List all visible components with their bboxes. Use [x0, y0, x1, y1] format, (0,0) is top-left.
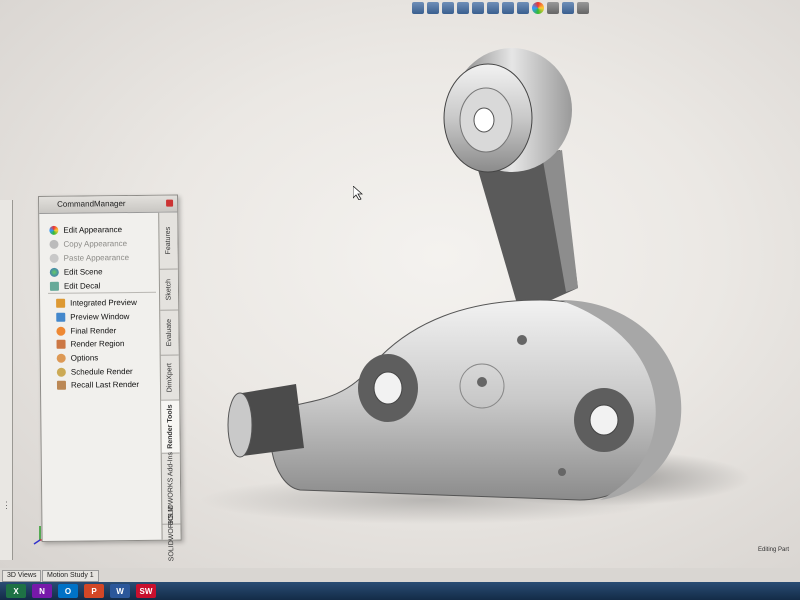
onenote-icon[interactable]: N [32, 584, 52, 598]
tab-sketch[interactable]: Sketch [159, 269, 179, 311]
divider [48, 291, 157, 294]
powerpoint-icon[interactable]: P [84, 584, 104, 598]
schedule-render-button[interactable]: Schedule Render [56, 364, 139, 379]
paste-appearance-button[interactable]: Paste Appearance [49, 250, 130, 265]
edit-scene-button[interactable]: Edit Scene [49, 264, 130, 279]
preview-window-icon [56, 312, 66, 322]
tab-features[interactable]: Features [159, 212, 178, 270]
tab-motion-study[interactable]: Motion Study 1 [42, 570, 99, 582]
close-icon[interactable] [166, 199, 174, 207]
command-manager-title[interactable]: CommandManager [39, 195, 178, 214]
render-region-button[interactable]: Render Region [56, 337, 138, 352]
status-editing: Editing Part [758, 547, 790, 553]
options-icon [56, 353, 66, 363]
recall-last-render-button[interactable]: Recall Last Render [56, 378, 139, 393]
scene-icon [49, 267, 59, 277]
paste-appearance-icon [49, 253, 59, 263]
solidworks-icon[interactable]: SW [136, 584, 156, 598]
edit-appearance-button[interactable]: Edit Appearance [49, 222, 129, 237]
final-render-button[interactable]: Final Render [56, 323, 138, 338]
tab-solidworks-mbd[interactable]: SOLIDWORKS M [162, 506, 180, 561]
tab-render-tools[interactable]: Render Tools [161, 400, 180, 454]
render-tools: Integrated Preview Preview Window Final … [56, 296, 139, 393]
appearance-tools: Edit Appearance Copy Appearance Paste Ap… [49, 222, 129, 293]
tab-dimxpert[interactable]: DimXpert [160, 355, 180, 401]
schedule-render-icon [56, 367, 66, 377]
copy-appearance-icon [49, 239, 59, 249]
panel-handle-icon[interactable]: ⋮ [2, 500, 11, 511]
render-region-icon [56, 340, 66, 350]
command-manager-panel[interactable]: CommandManager Edit Appearance Copy Appe… [38, 194, 182, 561]
edit-decal-button[interactable]: Edit Decal [49, 278, 130, 293]
recall-render-icon [56, 381, 67, 391]
command-manager-tabs: Features Sketch Evaluate DimXpert Render… [158, 212, 181, 561]
options-button[interactable]: Options [56, 351, 139, 366]
final-render-icon [56, 326, 66, 336]
tab-3d-views[interactable]: 3D Views [2, 570, 42, 582]
tab-evaluate[interactable]: Evaluate [160, 310, 179, 356]
excel-icon[interactable]: X [6, 584, 26, 598]
outlook-icon[interactable]: O [58, 584, 78, 598]
integrated-preview-button[interactable]: Integrated Preview [56, 296, 138, 311]
appearance-wheel-icon [49, 225, 59, 235]
mouse-cursor-icon [353, 186, 363, 200]
copy-appearance-button[interactable]: Copy Appearance [49, 236, 129, 251]
windows-taskbar: X N O P W SW [0, 582, 800, 600]
integrated-preview-icon [56, 299, 66, 309]
word-icon[interactable]: W [110, 584, 130, 598]
decal-icon [49, 281, 59, 291]
preview-window-button[interactable]: Preview Window [56, 310, 138, 325]
feature-manager-edge[interactable]: ⋮ [0, 200, 13, 560]
